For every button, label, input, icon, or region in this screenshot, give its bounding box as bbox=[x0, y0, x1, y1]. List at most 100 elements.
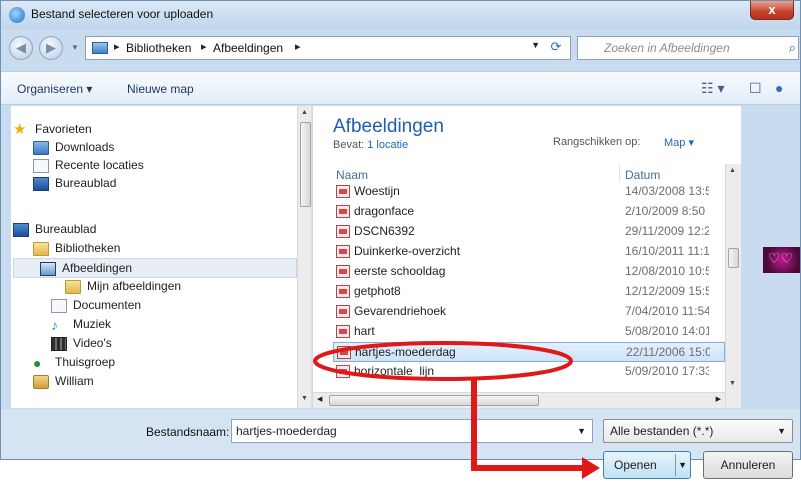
file-list-pane[interactable]: Afbeeldingen Bevat: 1 locatie Rangschikk… bbox=[313, 106, 741, 408]
desktop-icon bbox=[13, 223, 29, 237]
image-file-icon bbox=[336, 305, 350, 318]
image-file-icon bbox=[336, 205, 350, 218]
column-divider[interactable] bbox=[619, 164, 620, 182]
open-button[interactable]: Openen ▼ bbox=[603, 451, 691, 479]
horizontal-scroll-thumb[interactable] bbox=[329, 395, 539, 406]
file-row-selected[interactable]: hartjes-moederdag 22/11/2006 15:0 bbox=[333, 342, 725, 362]
image-file-icon bbox=[336, 225, 350, 238]
new-folder-button[interactable]: Nieuwe map bbox=[127, 82, 194, 96]
nav-item-bureaublad[interactable]: Bureaublad bbox=[13, 220, 293, 240]
navigation-scrollbar[interactable]: ▲ ▼ bbox=[297, 106, 311, 408]
file-type-value: Alle bestanden (*.*) bbox=[610, 424, 714, 438]
nav-item-label: Video's bbox=[73, 336, 112, 350]
nav-item-afbeeldingen[interactable]: Afbeeldingen bbox=[13, 258, 297, 278]
file-type-dropdown-icon[interactable]: ▼ bbox=[777, 426, 786, 436]
nav-item-favorieten[interactable]: ★ Favorieten bbox=[13, 120, 293, 140]
back-button[interactable]: ◀ bbox=[9, 36, 33, 60]
nav-item-label: Thuisgroep bbox=[55, 355, 116, 369]
file-row[interactable]: eerste schooldag 12/08/2010 10:5 bbox=[333, 262, 725, 282]
recent-pages-dropdown[interactable]: ▼ bbox=[71, 43, 79, 52]
breadcrumb-bibliotheken[interactable]: Bibliotheken bbox=[126, 41, 191, 55]
file-row[interactable]: Gevarendriehoek 7/04/2010 11:54 bbox=[333, 302, 725, 322]
scroll-up-icon[interactable]: ▲ bbox=[729, 167, 736, 174]
file-name: Woestijn bbox=[354, 184, 400, 198]
background-heart-image: ♡♡ bbox=[763, 247, 800, 273]
file-row[interactable]: Woestijn 14/03/2008 13:5 bbox=[333, 182, 725, 202]
preview-pane-icon[interactable]: ☐ bbox=[749, 80, 762, 97]
scroll-left-icon[interactable]: ◀ bbox=[317, 395, 322, 403]
nav-item-label: Downloads bbox=[55, 140, 115, 154]
nav-item-bibliotheken[interactable]: Bibliotheken bbox=[33, 239, 311, 259]
scroll-down-icon[interactable]: ▼ bbox=[301, 395, 308, 402]
library-contains: Bevat: 1 locatie bbox=[333, 139, 408, 151]
search-icon[interactable]: ⌕ bbox=[789, 40, 796, 56]
file-name: horizontale_lijn bbox=[354, 364, 435, 378]
column-header-name[interactable]: Naam bbox=[336, 168, 368, 182]
image-file-icon bbox=[337, 346, 351, 359]
nav-item-documenten[interactable]: Documenten bbox=[51, 296, 311, 316]
file-row[interactable]: Duinkerke-overzicht 16/10/2011 11:1 bbox=[333, 242, 725, 262]
title-bar[interactable]: Bestand selecteren voor uploaden x bbox=[1, 1, 800, 29]
file-type-select[interactable]: Alle bestanden (*.*) ▼ bbox=[603, 419, 793, 443]
library-title: Afbeeldingen bbox=[333, 116, 444, 137]
address-dropdown-icon[interactable]: ▼ bbox=[531, 40, 540, 50]
file-name: getphot8 bbox=[354, 284, 401, 298]
video-icon bbox=[51, 337, 67, 351]
refresh-icon[interactable]: ⟳ bbox=[546, 39, 566, 57]
nav-item-videos[interactable]: Video's bbox=[51, 334, 311, 354]
file-row[interactable]: DSCN6392 29/11/2009 12:2 bbox=[333, 222, 725, 242]
address-bar[interactable]: ▸ Bibliotheken ▸ Afbeeldingen ▸ ▼ ⟳ bbox=[85, 36, 571, 60]
filename-dropdown-icon[interactable]: ▼ bbox=[577, 426, 586, 436]
file-list-scrollbar[interactable]: ▲ ▼ bbox=[725, 164, 741, 408]
filename-input[interactable]: hartjes-moederdag ▼ bbox=[231, 419, 593, 443]
file-row[interactable]: getphot8 12/12/2009 15:5 bbox=[333, 282, 725, 302]
scroll-thumb[interactable] bbox=[300, 122, 311, 207]
file-name: hart bbox=[354, 324, 375, 338]
nav-item-muziek[interactable]: ♪ Muziek bbox=[51, 315, 311, 335]
view-options-icon[interactable]: ☷ ▾ bbox=[701, 80, 724, 97]
nav-item-mijn-afbeeldingen[interactable]: Mijn afbeeldingen bbox=[65, 277, 311, 297]
filename-label: Bestandsnaam: bbox=[146, 425, 230, 439]
nav-item-william[interactable]: William bbox=[33, 372, 311, 392]
help-icon[interactable]: ● bbox=[775, 80, 783, 96]
scroll-down-icon[interactable]: ▼ bbox=[729, 380, 736, 387]
breadcrumb-separator-icon[interactable]: ▸ bbox=[201, 40, 207, 53]
cancel-button[interactable]: Annuleren bbox=[703, 451, 793, 479]
arrange-by-dropdown[interactable]: Map ▾ bbox=[664, 136, 694, 149]
nav-item-recent-locaties[interactable]: Recente locaties bbox=[33, 156, 311, 176]
nav-item-downloads[interactable]: Downloads bbox=[33, 138, 311, 158]
organize-menu[interactable]: Organiseren ▾ bbox=[17, 82, 92, 96]
search-placeholder: Zoeken in Afbeeldingen bbox=[604, 41, 730, 55]
file-row[interactable]: horizontale_lijn 5/09/2010 17:33 bbox=[333, 362, 725, 382]
column-header-date[interactable]: Datum bbox=[625, 168, 660, 182]
search-input[interactable]: Zoeken in Afbeeldingen ⌕ bbox=[577, 36, 799, 60]
locations-link[interactable]: 1 locatie bbox=[367, 139, 408, 151]
breadcrumb-separator-icon[interactable]: ▸ bbox=[114, 40, 120, 53]
close-button[interactable]: x bbox=[750, 1, 794, 20]
file-list-horizontal-scrollbar[interactable]: ◀ ▶ bbox=[313, 392, 725, 408]
nav-item-label: Bibliotheken bbox=[55, 241, 121, 255]
image-file-icon bbox=[336, 365, 350, 378]
arrange-by-label: Rangschikken op: bbox=[553, 136, 641, 148]
nav-item-bureaublad-favorite[interactable]: Bureaublad bbox=[33, 174, 311, 194]
scroll-right-icon[interactable]: ▶ bbox=[716, 395, 721, 403]
breadcrumb-separator-icon[interactable]: ▸ bbox=[295, 40, 301, 53]
nav-item-label: Documenten bbox=[73, 298, 142, 312]
file-row[interactable]: hart 5/08/2010 14:01 bbox=[333, 322, 725, 342]
scroll-thumb[interactable] bbox=[728, 248, 739, 268]
breadcrumb-afbeeldingen[interactable]: Afbeeldingen bbox=[213, 41, 283, 55]
file-name: Gevarendriehoek bbox=[354, 304, 447, 318]
open-options-dropdown-icon[interactable]: ▼ bbox=[678, 452, 687, 478]
contains-label: Bevat: bbox=[333, 139, 365, 151]
file-row[interactable]: dragonface 2/10/2009 8:50 bbox=[333, 202, 725, 222]
forward-button[interactable]: ▶ bbox=[39, 36, 63, 60]
file-date: 12/08/2010 10:5 bbox=[625, 264, 709, 278]
pictures-library-icon bbox=[40, 262, 56, 276]
nav-item-thuisgroep[interactable]: ● Thuisgroep bbox=[33, 353, 311, 373]
music-icon: ♪ bbox=[51, 317, 58, 333]
scroll-up-icon[interactable]: ▲ bbox=[301, 109, 308, 116]
library-icon bbox=[33, 242, 49, 256]
navigation-pane[interactable]: ★ Favorieten Downloads Recente locaties … bbox=[11, 106, 312, 408]
documents-icon bbox=[51, 299, 67, 313]
star-icon: ★ bbox=[13, 121, 27, 138]
